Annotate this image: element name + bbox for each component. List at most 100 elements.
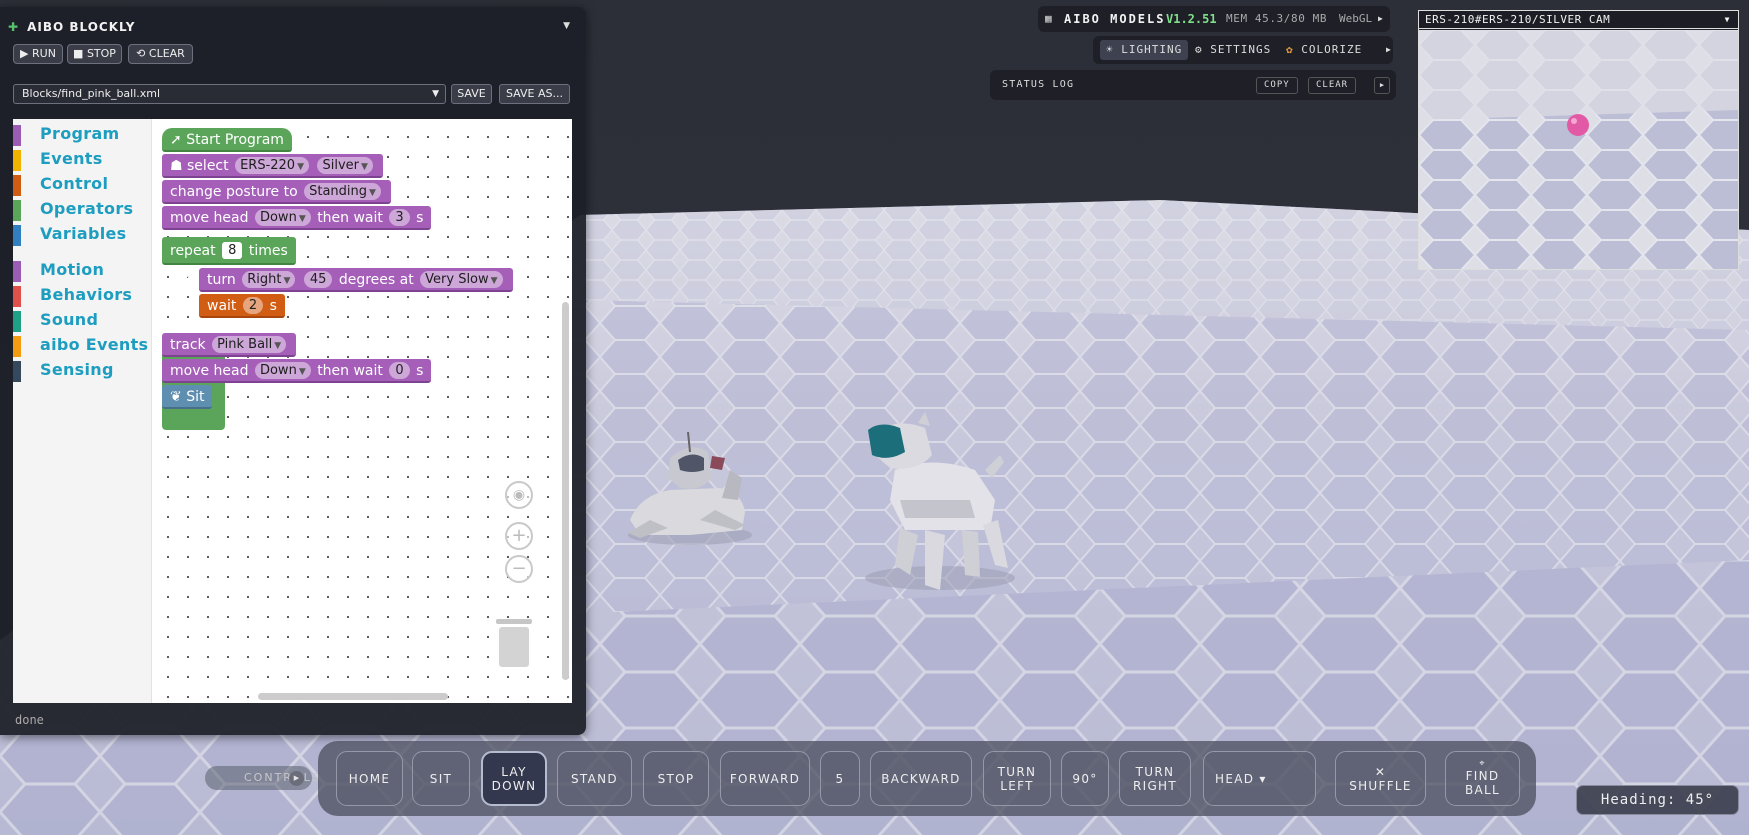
- move-head-block[interactable]: move head Down ▼ then wait 0 s: [162, 359, 432, 383]
- sit-button[interactable]: SIT: [412, 751, 470, 806]
- category-label: Sensing: [40, 360, 114, 379]
- track-target-dropdown[interactable]: Pink Ball ▼: [212, 335, 287, 353]
- blockly-toolbox: Program Events Control Operators Variabl…: [13, 119, 152, 703]
- block-label: move head: [170, 210, 249, 226]
- settings-label: SETTINGS: [1210, 43, 1272, 56]
- repeat-do-label: do: [173, 271, 191, 287]
- select-robot-block[interactable]: ☗ select ERS-220 ▼ Silver ▼: [162, 154, 383, 178]
- turn-direction-dropdown[interactable]: Right ▼: [242, 270, 296, 288]
- target-icon: ⌖: [1479, 759, 1486, 769]
- color-dropdown[interactable]: Silver ▼: [317, 156, 373, 174]
- turn-angle-input[interactable]: 90°: [1061, 751, 1109, 806]
- models-title: AIBO MODELS: [1064, 12, 1166, 26]
- turn-speed-dropdown[interactable]: Very Slow ▼: [420, 270, 503, 288]
- category-aibo-events[interactable]: aibo Events: [13, 334, 152, 358]
- zoom-in-icon[interactable]: +: [505, 522, 533, 550]
- step-count-input[interactable]: 5: [820, 751, 860, 806]
- repeat-count-input[interactable]: 8: [222, 241, 243, 259]
- turn-left-button[interactable]: TURN LEFT: [983, 751, 1051, 806]
- run-button[interactable]: ▶ RUN: [13, 44, 63, 64]
- wait-block[interactable]: wait 2 s: [199, 294, 285, 318]
- stop-label: STOP: [86, 47, 116, 60]
- dog-icon: ❦: [170, 389, 187, 405]
- track-block[interactable]: track Pink Ball ▼: [162, 333, 297, 357]
- stop-button[interactable]: ■ STOP: [67, 44, 122, 64]
- stop-robot-button[interactable]: STOP: [643, 751, 709, 806]
- turn-block[interactable]: turn Right ▼ 45 degrees at Very Slow ▼: [199, 268, 513, 292]
- category-label: Sound: [40, 310, 99, 329]
- zoom-out-icon[interactable]: −: [505, 555, 533, 583]
- lighting-button[interactable]: ☀ LIGHTING: [1100, 40, 1189, 60]
- wait-seconds-input[interactable]: 0: [389, 361, 410, 379]
- model-dropdown[interactable]: ERS-220 ▼: [235, 156, 310, 174]
- block-label: move head: [170, 363, 249, 379]
- chevron-down-icon: ▼: [1724, 15, 1730, 24]
- recenter-icon[interactable]: ◉: [505, 481, 533, 509]
- backward-button[interactable]: BACKWARD: [870, 751, 972, 806]
- category-control[interactable]: Control: [13, 173, 152, 197]
- category-label: Behaviors: [40, 285, 133, 304]
- trash-icon[interactable]: [496, 617, 532, 669]
- expand-arrow-icon: ▶: [289, 771, 304, 786]
- wait-seconds-input[interactable]: 3: [389, 208, 410, 226]
- category-behaviors[interactable]: Behaviors: [13, 284, 152, 308]
- clear-log-button[interactable]: CLEAR: [1308, 77, 1357, 94]
- find-ball-button[interactable]: ⌖ FIND BALL: [1445, 751, 1520, 806]
- turn-right-button[interactable]: TURN RIGHT: [1119, 751, 1191, 806]
- category-sound[interactable]: Sound: [13, 309, 152, 333]
- camera-window: ERS-210#ERS-210/SILVER CAM ▼: [1418, 10, 1739, 270]
- controls-toggle[interactable]: CONTROLS ▶: [205, 766, 319, 790]
- expand-arrow-icon[interactable]: ▶: [1374, 77, 1390, 94]
- workspace-vertical-scrollbar[interactable]: [562, 302, 569, 680]
- category-motion[interactable]: Motion: [13, 259, 152, 283]
- models-bar: ▦ AIBO MODELS V1.2.51 MEM 45.3/80 MB Web…: [1038, 6, 1390, 32]
- start-program-block[interactable]: ➚ Start Program: [162, 128, 292, 152]
- settings-button[interactable]: ⚙ SETTINGS: [1195, 36, 1271, 64]
- stand-button[interactable]: STAND: [557, 751, 632, 806]
- expand-arrow-icon[interactable]: ▶: [1386, 36, 1391, 64]
- lay-down-button[interactable]: LAY DOWN: [481, 751, 547, 806]
- change-posture-block[interactable]: change posture to Standing ▼: [162, 180, 391, 204]
- robot-camera-view: [1419, 30, 1738, 269]
- button-label: TURN: [1135, 764, 1175, 779]
- category-color-bar: [13, 286, 21, 307]
- posture-dropdown[interactable]: Standing ▼: [304, 182, 381, 200]
- category-variables[interactable]: Variables: [13, 223, 152, 247]
- button-label: LEFT: [1000, 778, 1034, 793]
- save-button[interactable]: SAVE: [451, 84, 492, 104]
- turn-degrees-input[interactable]: 45: [303, 270, 333, 288]
- blockly-workspace[interactable]: Program Events Control Operators Variabl…: [13, 119, 572, 703]
- head-direction-dropdown[interactable]: Down ▼: [254, 361, 311, 379]
- blockly-status-text: done: [15, 713, 44, 727]
- move-head-block[interactable]: move head Down ▼ then wait 3 s: [162, 206, 432, 230]
- home-button[interactable]: HOME: [336, 751, 403, 806]
- clear-button[interactable]: ⟲ CLEAR: [128, 44, 193, 64]
- category-label: Control: [40, 174, 109, 193]
- expand-arrow-icon[interactable]: ▶: [1378, 6, 1383, 32]
- forward-button[interactable]: FORWARD: [720, 751, 810, 806]
- category-program[interactable]: Program: [13, 123, 152, 147]
- camera-select[interactable]: ERS-210#ERS-210/SILVER CAM ▼: [1419, 11, 1738, 29]
- category-sensing[interactable]: Sensing: [13, 359, 152, 383]
- gear-icon: ⚙: [1195, 43, 1211, 56]
- sit-block[interactable]: ❦ Sit: [162, 385, 213, 409]
- head-direction-dropdown[interactable]: Down ▼: [254, 208, 311, 226]
- copy-log-button[interactable]: COPY: [1256, 77, 1298, 94]
- file-select-value: Blocks/find_pink_ball.xml: [22, 87, 161, 100]
- file-select[interactable]: Blocks/find_pink_ball.xml ▼: [13, 84, 446, 104]
- chevron-down-icon: ▼: [432, 89, 439, 99]
- category-events[interactable]: Events: [13, 148, 152, 172]
- repeat-block[interactable]: repeat 8 times: [162, 237, 296, 265]
- category-operators[interactable]: Operators: [13, 198, 152, 222]
- collapse-panel-icon[interactable]: ▼: [563, 21, 570, 31]
- save-as-button[interactable]: SAVE AS...: [499, 84, 570, 104]
- pink-ball: [1567, 114, 1589, 136]
- colorize-button[interactable]: ✿ COLORIZE: [1286, 36, 1362, 64]
- category-color-bar: [13, 361, 21, 382]
- head-select[interactable]: HEAD ▾: [1203, 751, 1316, 806]
- wait-input[interactable]: 2: [242, 296, 264, 314]
- dropdown-arrow-icon: ▼: [490, 275, 498, 286]
- shuffle-button[interactable]: ✕ SHUFFLE: [1335, 751, 1426, 806]
- reset-icon: ⟲: [136, 47, 149, 60]
- workspace-horizontal-scrollbar[interactable]: [258, 693, 448, 700]
